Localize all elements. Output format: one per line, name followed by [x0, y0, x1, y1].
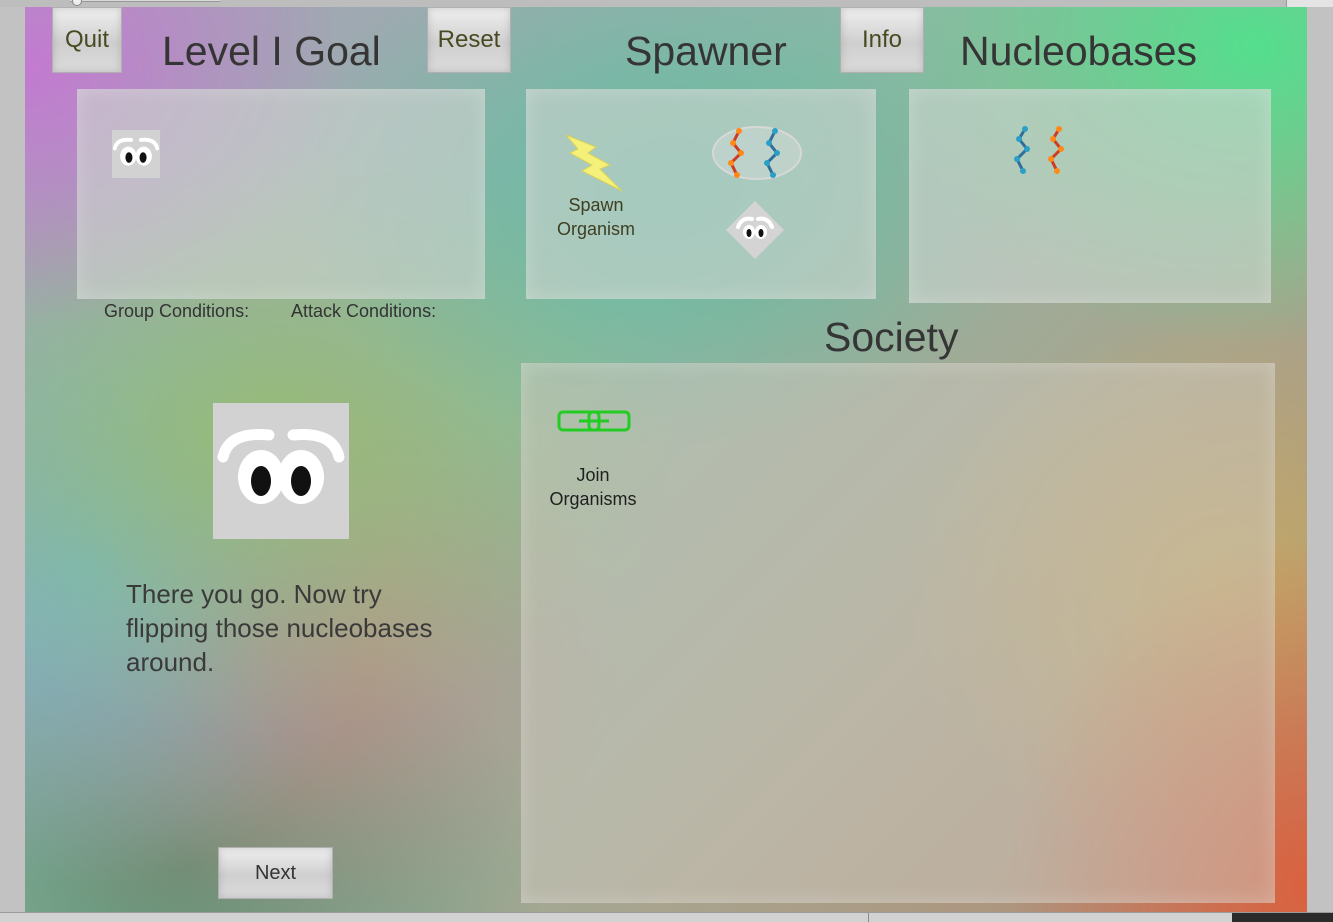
reset-button[interactable]: Reset	[427, 7, 511, 73]
tutorial-message: There you go. Now try flipping those nuc…	[126, 579, 433, 677]
nucleobase-strands-icon[interactable]	[1009, 125, 1073, 175]
nucleobases-panel	[909, 89, 1271, 303]
organism-diamond-icon[interactable]	[724, 199, 786, 261]
nucleobase-pair-icon[interactable]	[709, 123, 805, 183]
maximize-on-play-button[interactable]	[1286, 0, 1333, 7]
join-chain-icon[interactable]	[557, 409, 631, 433]
editor-right-margin	[1307, 7, 1333, 912]
lightning-icon[interactable]	[560, 131, 626, 193]
quit-button[interactable]: Quit	[52, 7, 122, 73]
game-view: Quit Level I Goal Reset Spawner Info Nuc…	[25, 7, 1307, 912]
level-goal-title: Level I Goal	[162, 28, 381, 74]
join-organisms-label: Join Organisms	[527, 463, 659, 511]
spawn-label-line2: Organism	[556, 219, 636, 239]
tutorial-character-icon	[213, 403, 349, 539]
spawner-title: Spawner	[625, 28, 787, 74]
society-title: Society	[824, 314, 959, 360]
society-panel: Join Organisms	[521, 363, 1275, 903]
scale-slider[interactable]	[70, 0, 220, 2]
scale-slider-handle[interactable]	[72, 0, 82, 6]
spawn-organism-label: Spawn Organism	[532, 193, 660, 241]
join-label-line1: Join	[576, 465, 610, 485]
goal-organism-icon	[112, 130, 160, 178]
spawn-label-line1: Spawn	[568, 195, 624, 215]
nucleobases-title: Nucleobases	[960, 28, 1198, 74]
spawner-panel: Spawn Organism	[526, 89, 876, 299]
level-goal-panel	[77, 89, 485, 299]
editor-left-margin	[0, 7, 25, 912]
join-label-line2: Organisms	[549, 489, 637, 509]
info-button[interactable]: Info	[840, 7, 924, 73]
next-button[interactable]: Next	[218, 847, 333, 899]
group-conditions-label: Group Conditions:	[104, 301, 250, 321]
attack-conditions-label: Attack Conditions:	[291, 301, 437, 321]
